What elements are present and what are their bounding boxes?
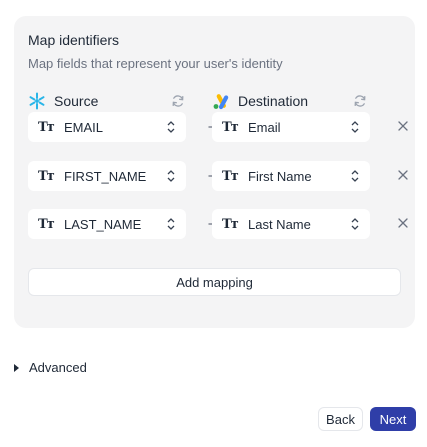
- destination-field-value: Email: [248, 119, 281, 135]
- source-label: Source: [54, 93, 99, 109]
- mapping-row: Tт FIRST_NAME Tт First Name: [28, 161, 408, 191]
- chevron-up-down-icon: [351, 170, 359, 182]
- text-type-icon: Tт: [38, 216, 55, 232]
- add-mapping-button[interactable]: Add mapping: [28, 268, 401, 296]
- chevron-up-down-icon: [167, 170, 175, 182]
- remove-mapping-icon[interactable]: [396, 168, 410, 182]
- source-field-select[interactable]: Tт LAST_NAME: [28, 209, 186, 239]
- refresh-source-icon[interactable]: [171, 94, 185, 108]
- back-button[interactable]: Back: [318, 407, 363, 431]
- text-type-icon: Tт: [222, 119, 239, 135]
- text-type-icon: Tт: [38, 168, 55, 184]
- mapping-row: Tт EMAIL Tт Email: [28, 112, 408, 142]
- chevron-up-down-icon: [351, 121, 359, 133]
- chevron-up-down-icon: [351, 218, 359, 230]
- text-type-icon: Tт: [222, 168, 239, 184]
- caret-right-icon: [14, 363, 19, 372]
- refresh-destination-icon[interactable]: [353, 94, 367, 108]
- destination-field-value: First Name: [248, 168, 312, 184]
- source-field-value: FIRST_NAME: [64, 168, 147, 184]
- source-field-select[interactable]: Tт EMAIL: [28, 112, 186, 142]
- source-field-value: LAST_NAME: [64, 216, 142, 232]
- text-type-icon: Tт: [38, 119, 55, 135]
- source-field-value: EMAIL: [64, 119, 104, 135]
- next-button[interactable]: Next: [370, 407, 416, 431]
- chevron-up-down-icon: [167, 218, 175, 230]
- chevron-up-down-icon: [167, 121, 175, 133]
- map-identifiers-panel: Map identifiers Map fields that represen…: [14, 16, 415, 328]
- remove-mapping-icon[interactable]: [396, 119, 410, 133]
- destination-field-select[interactable]: Tт Last Name: [212, 209, 370, 239]
- destination-field-select[interactable]: Tт First Name: [212, 161, 370, 191]
- text-type-icon: Tт: [222, 216, 239, 232]
- destination-column-header: Destination: [212, 92, 308, 110]
- source-field-select[interactable]: Tт FIRST_NAME: [28, 161, 186, 191]
- panel-title: Map identifiers: [28, 32, 120, 48]
- advanced-label: Advanced: [29, 360, 87, 375]
- source-column-header: Source: [28, 92, 98, 110]
- advanced-toggle[interactable]: Advanced: [14, 360, 87, 375]
- destination-field-select[interactable]: Tт Email: [212, 112, 370, 142]
- panel-subtitle: Map fields that represent your user's id…: [28, 56, 283, 71]
- remove-mapping-icon[interactable]: [396, 216, 410, 230]
- snowflake-icon: [29, 92, 45, 110]
- destination-field-value: Last Name: [248, 216, 311, 232]
- mapping-row: Tт LAST_NAME Tт Last Name: [28, 209, 408, 239]
- destination-label: Destination: [238, 93, 309, 109]
- google-ads-icon: [213, 94, 229, 110]
